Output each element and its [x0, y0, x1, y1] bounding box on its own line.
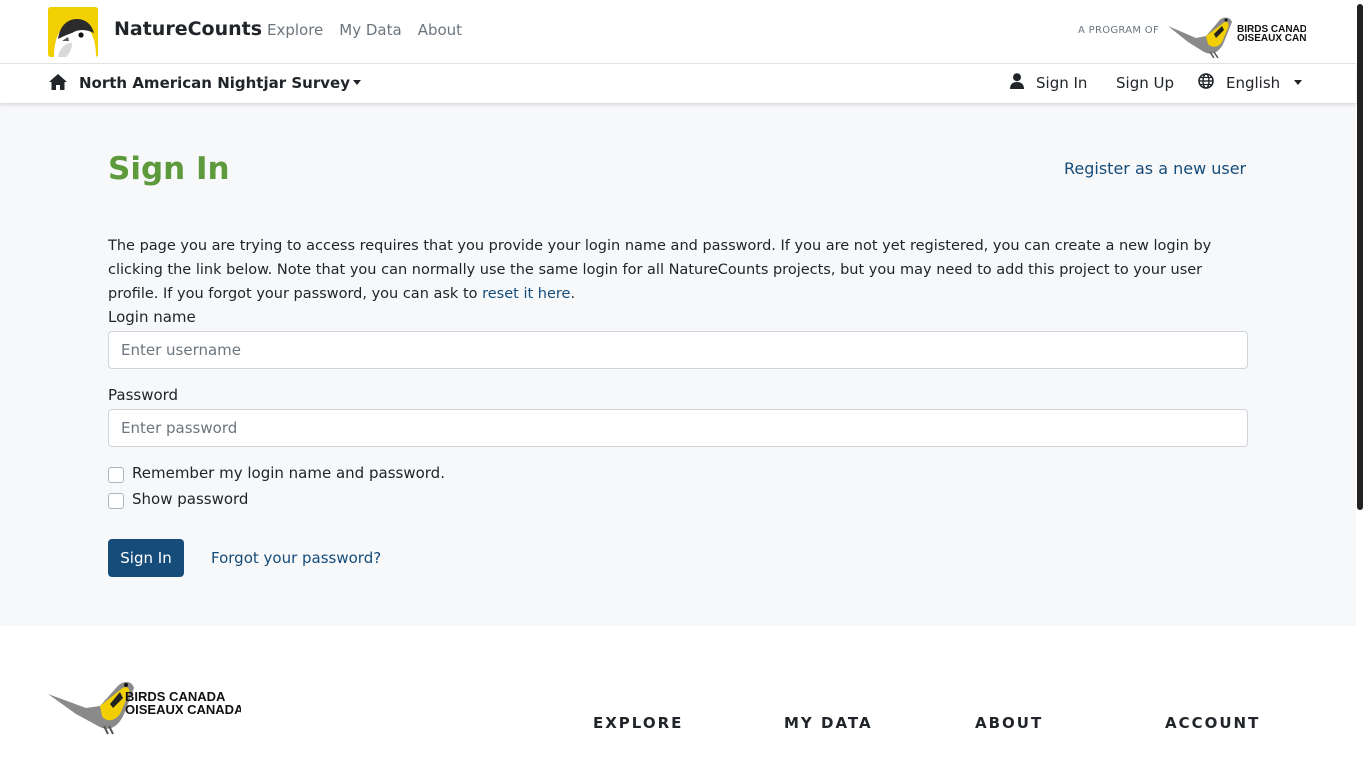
intro-body: The page you are trying to access requir… [108, 238, 1212, 302]
footer-my-data-heading: MY DATA [784, 714, 873, 732]
page-title: Sign In [108, 151, 230, 187]
top-nav: Explore My Data About [267, 21, 462, 39]
register-link[interactable]: Register as a new user [1064, 159, 1246, 178]
chevron-down-icon[interactable] [1294, 80, 1302, 85]
intro-end: . [570, 286, 576, 302]
login-name-label: Login name [108, 308, 196, 326]
naturecounts-logo-icon[interactable] [48, 7, 98, 57]
home-icon[interactable] [49, 73, 67, 91]
footer-account-heading: ACCOUNT [1165, 714, 1261, 732]
show-password-label[interactable]: Show password [132, 490, 248, 508]
globe-icon [1198, 73, 1214, 89]
top-navbar: NatureCounts Explore My Data About A PRO… [0, 0, 1356, 64]
footer-logo-line-2: OISEAUX CANADA [125, 702, 241, 717]
chevron-down-icon[interactable] [353, 80, 361, 85]
brand-name[interactable]: NatureCounts [114, 18, 262, 40]
main-content: Sign In Register as a new user The page … [0, 103, 1356, 626]
partner-logo-line-2: OISEAUX CANADA [1237, 33, 1306, 44]
birds-canada-logo[interactable]: BIRDS CANADA OISEAUX CANADA [46, 674, 241, 736]
footer: BIRDS CANADA OISEAUX CANADA EXPLORE MY D… [0, 626, 1356, 768]
sign-in-button[interactable]: Sign In [108, 539, 184, 577]
birds-canada-logo[interactable]: BIRDS CANADA OISEAUX CANADA [1166, 12, 1306, 58]
program-of-label: A PROGRAM OF [1078, 25, 1160, 36]
sign-up-link[interactable]: Sign Up [1116, 74, 1174, 92]
password-input[interactable] [108, 409, 1248, 447]
password-label: Password [108, 386, 179, 404]
username-input[interactable] [108, 331, 1248, 369]
user-icon [1010, 73, 1024, 89]
project-selector[interactable]: North American Nightjar Survey [79, 74, 350, 92]
show-password-checkbox[interactable] [108, 493, 124, 509]
footer-explore-heading: EXPLORE [593, 714, 684, 732]
scrollbar-thumb[interactable] [1357, 4, 1363, 510]
language-selector[interactable]: English [1226, 74, 1280, 92]
intro-text: The page you are trying to access requir… [108, 234, 1248, 306]
nav-about[interactable]: About [418, 21, 462, 39]
project-navbar: North American Nightjar Survey Sign In S… [0, 64, 1356, 103]
footer-about-heading: ABOUT [975, 714, 1044, 732]
reset-password-link[interactable]: reset it here [482, 286, 570, 302]
sign-in-link[interactable]: Sign In [1036, 74, 1087, 92]
nav-explore[interactable]: Explore [267, 21, 323, 39]
remember-checkbox[interactable] [108, 467, 124, 483]
forgot-password-link[interactable]: Forgot your password? [211, 549, 381, 567]
remember-label[interactable]: Remember my login name and password. [132, 464, 445, 482]
nav-my-data[interactable]: My Data [339, 21, 401, 39]
